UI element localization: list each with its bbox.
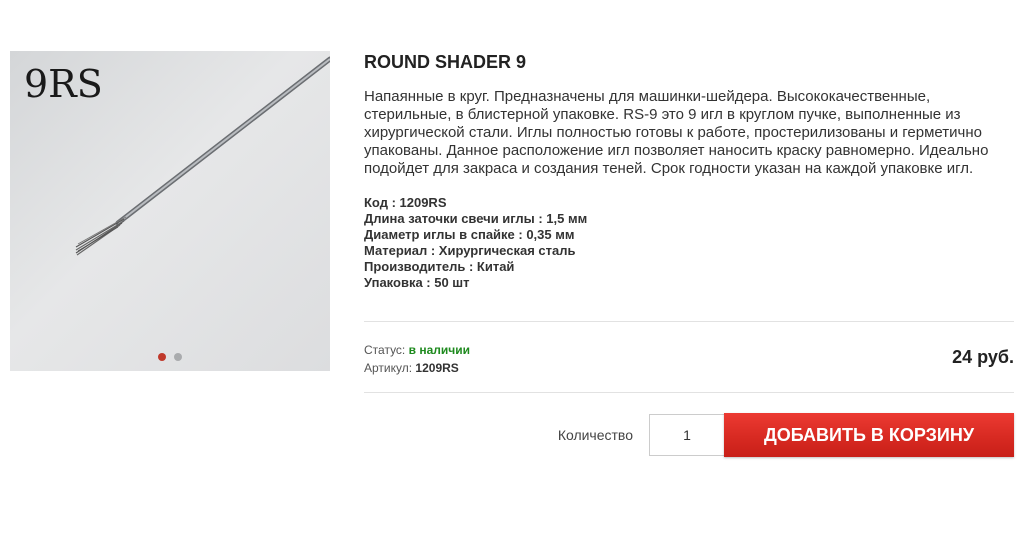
gallery-dot-1[interactable] (158, 353, 166, 361)
image-label: 9RS (24, 62, 103, 106)
add-to-cart-button[interactable]: ДОБАВИТЬ В КОРЗИНУ (724, 413, 1014, 457)
gallery-dots (10, 353, 330, 361)
product-image: 9RS (24, 56, 330, 256)
product-image-gallery[interactable]: 9RS (10, 51, 330, 371)
status-value: в наличии (408, 343, 470, 357)
spec-material: Материал : Хирургическая сталь (364, 243, 576, 258)
divider-bottom (364, 392, 1014, 393)
needle-illustration (75, 56, 330, 256)
status-row: Статус: в наличии (364, 341, 470, 359)
product-title: ROUND SHADER 9 (364, 52, 527, 72)
quantity-input[interactable] (649, 414, 724, 456)
status-label: Статус: (364, 343, 406, 357)
product-meta: Статус: в наличии Артикул: 1209RS (364, 341, 470, 377)
spec-sharpening-length: Длина заточки свечи иглы : 1,5 мм (364, 211, 588, 226)
spec-needle-diameter: Диаметр иглы в спайке : 0,35 мм (364, 227, 575, 242)
spec-code: Код : 1209RS (364, 195, 447, 210)
product-specs: Код : 1209RS Длина заточки свечи иглы : … (364, 195, 1014, 291)
divider-top (364, 321, 1014, 322)
article-label: Артикул: (364, 361, 413, 375)
spec-manufacturer: Производитель : Китай (364, 259, 515, 274)
product-price: 24 руб. (952, 347, 1014, 367)
article-value: 1209RS (415, 361, 459, 375)
article-row: Артикул: 1209RS (364, 359, 470, 377)
add-to-cart-row: Количество ДОБАВИТЬ В КОРЗИНУ (364, 413, 1014, 457)
product-description: Напаянные в круг. Предназначены для маши… (364, 88, 989, 177)
gallery-dot-2[interactable] (174, 353, 182, 361)
quantity-label: Количество (557, 427, 633, 443)
spec-package: Упаковка : 50 шт (364, 275, 470, 290)
product-info: ROUND SHADER 9 Напаянные в круг. Предназ… (364, 51, 1014, 291)
